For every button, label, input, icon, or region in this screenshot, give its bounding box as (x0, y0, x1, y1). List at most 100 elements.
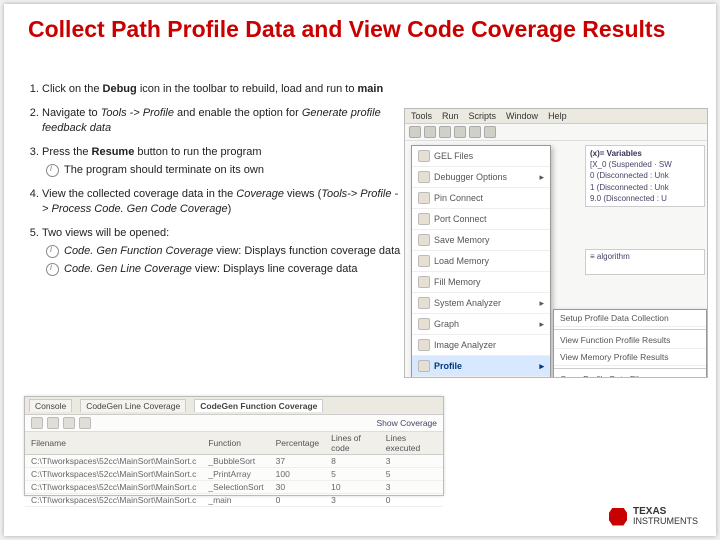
dropdown-item[interactable]: Fill Memory (412, 272, 550, 293)
ide-menubar: Tools Run Scripts Window Help (405, 109, 707, 124)
table-row: C:\TI\workspaces\52cc\MainSort\MainSort.… (25, 455, 443, 468)
table-row: C:\TI\workspaces\52cc\MainSort\MainSort.… (25, 468, 443, 481)
menu-icon (418, 150, 430, 162)
variables-line: 0 (Disconnected : Unk (590, 170, 700, 181)
toolbar-icon (454, 126, 466, 138)
table-cell: 0 (270, 494, 325, 507)
ti-logo: TEXAS INSTRUMENTS (609, 507, 698, 526)
console-tabs: Console CodeGen Line Coverage CodeGen Func… (25, 397, 443, 415)
menu-icon (418, 171, 430, 183)
table-cell: _main (202, 494, 269, 507)
table-cell: C:\TI\workspaces\52cc\MainSort\MainSort.… (25, 494, 202, 507)
table-cell: 3 (380, 481, 443, 494)
dropdown-item[interactable]: GEL Files (412, 146, 550, 167)
step-subitem: Code. Gen Function Coverage view: Displa… (46, 244, 402, 258)
menu-icon (418, 276, 430, 288)
logo-text-2: INSTRUMENTS (633, 517, 698, 526)
dropdown-item[interactable]: Image Analyzer (412, 335, 550, 356)
variables-line: 1 (Disconnected : Unk (590, 182, 700, 193)
menu-item[interactable]: Tools (411, 111, 432, 121)
submenu-item[interactable]: Open Profile Data File... (554, 371, 706, 378)
console-tab[interactable]: Console (29, 399, 72, 412)
toolbar-icon (79, 417, 91, 429)
step-subitem: The program should terminate on its own (46, 163, 402, 177)
menu-icon (418, 297, 430, 309)
table-row: C:\TI\workspaces\52cc\MainSort\MainSort.… (25, 494, 443, 507)
console-tab[interactable]: CodeGen Line Coverage (80, 399, 186, 412)
table-cell: 10 (325, 481, 380, 494)
dropdown-item[interactable]: Debugger Options ▸ (412, 167, 550, 188)
ide-screenshot: MainSort.c · Code Composer Studio ToolsR… (404, 108, 708, 378)
submenu-item[interactable]: View Function Profile Results (554, 332, 706, 349)
toolbar-icon (469, 126, 481, 138)
table-cell: 37 (270, 455, 325, 468)
table-header: Function (202, 432, 269, 455)
menu-item[interactable]: Run (442, 111, 459, 121)
table-cell: _PrintArray (202, 468, 269, 481)
submenu-item[interactable]: View Memory Profile Results (554, 349, 706, 366)
table-cell: _BubbleSort (202, 455, 269, 468)
step-subitem: Code. Gen Line Coverage view: Displays l… (46, 262, 402, 276)
table-cell: C:\TI\workspaces\52cc\MainSort\MainSort.… (25, 468, 202, 481)
profile-submenu: Setup Profile Data Collection View Functi… (553, 309, 707, 378)
table-cell: 30 (270, 481, 325, 494)
table-cell: 0 (380, 494, 443, 507)
menu-icon (418, 192, 430, 204)
coverage-console: Console CodeGen Line Coverage CodeGen Func… (24, 396, 444, 496)
step-item: Press the Resume button to run the progr… (42, 145, 402, 178)
step-item: View the collected coverage data in the … (42, 187, 402, 216)
table-cell: 8 (325, 455, 380, 468)
dropdown-item[interactable]: Port Connect (412, 209, 550, 230)
table-row: C:\TI\workspaces\52cc\MainSort\MainSort.… (25, 481, 443, 494)
dropdown-item[interactable]: Graph ▸ (412, 314, 550, 335)
dropdown-item[interactable]: Load Memory (412, 251, 550, 272)
variables-line: [X_0 (Suspended · SW (590, 159, 700, 170)
toolbar-icon (63, 417, 75, 429)
instruction-steps: Click on the Debug icon in the toolbar t… (22, 82, 402, 286)
menu-icon (418, 318, 430, 330)
toolbar-icon (439, 126, 451, 138)
show-coverage-label: Show Coverage (377, 418, 437, 428)
step-item: Navigate to Tools -> Profile and enable … (42, 106, 402, 135)
table-cell: 100 (270, 468, 325, 481)
table-cell: 5 (380, 468, 443, 481)
table-header: Lines executed (380, 432, 443, 455)
table-cell: C:\TI\workspaces\52cc\MainSort\MainSort.… (25, 455, 202, 468)
dropdown-item[interactable]: System Analyzer ▸ (412, 293, 550, 314)
menu-icon (418, 360, 430, 372)
menu-icon (418, 339, 430, 351)
toolbar-icon (47, 417, 59, 429)
algorithm-panel: ≡ algorithm (585, 249, 705, 275)
toolbar-icon (484, 126, 496, 138)
table-header: Percentage (270, 432, 325, 455)
table-cell: 5 (325, 468, 380, 481)
table-cell: C:\TI\workspaces\52cc\MainSort\MainSort.… (25, 481, 202, 494)
dropdown-item[interactable]: Save Memory (412, 230, 550, 251)
dropdown-item[interactable]: Pin Connect (412, 188, 550, 209)
toolbar-icon (424, 126, 436, 138)
toolbar-icon (31, 417, 43, 429)
step-item: Two views will be opened:Code. Gen Funct… (42, 226, 402, 276)
coverage-table: FilenameFunctionPercentageLines of codeL… (25, 432, 443, 507)
table-header: Lines of code (325, 432, 380, 455)
table-cell: 3 (380, 455, 443, 468)
variables-line: 9.0 (Disconnected : U (590, 193, 700, 204)
submenu-item[interactable]: Setup Profile Data Collection (554, 310, 706, 327)
menu-icon (418, 234, 430, 246)
menu-icon (418, 213, 430, 225)
ti-logo-icon (609, 508, 627, 526)
table-cell: _SelectionSort (202, 481, 269, 494)
tools-menu-dropdown: GEL FilesDebugger Options ▸Pin ConnectPo… (411, 145, 551, 378)
ide-toolbar (405, 124, 707, 141)
dropdown-item[interactable]: Profile ▸ (412, 356, 550, 377)
console-tab[interactable]: CodeGen Function Coverage (194, 399, 323, 412)
menu-item[interactable]: Help (548, 111, 567, 121)
slide-title: Collect Path Profile Data and View Code … (4, 4, 716, 48)
menu-icon (418, 255, 430, 267)
menu-item[interactable]: Window (506, 111, 538, 121)
toolbar-icon (409, 126, 421, 138)
menu-item[interactable]: Scripts (469, 111, 497, 121)
table-header: Filename (25, 432, 202, 455)
console-toolbar: Show Coverage (25, 415, 443, 432)
dropdown-item[interactable]: RTOS View (ROV) (412, 377, 550, 378)
